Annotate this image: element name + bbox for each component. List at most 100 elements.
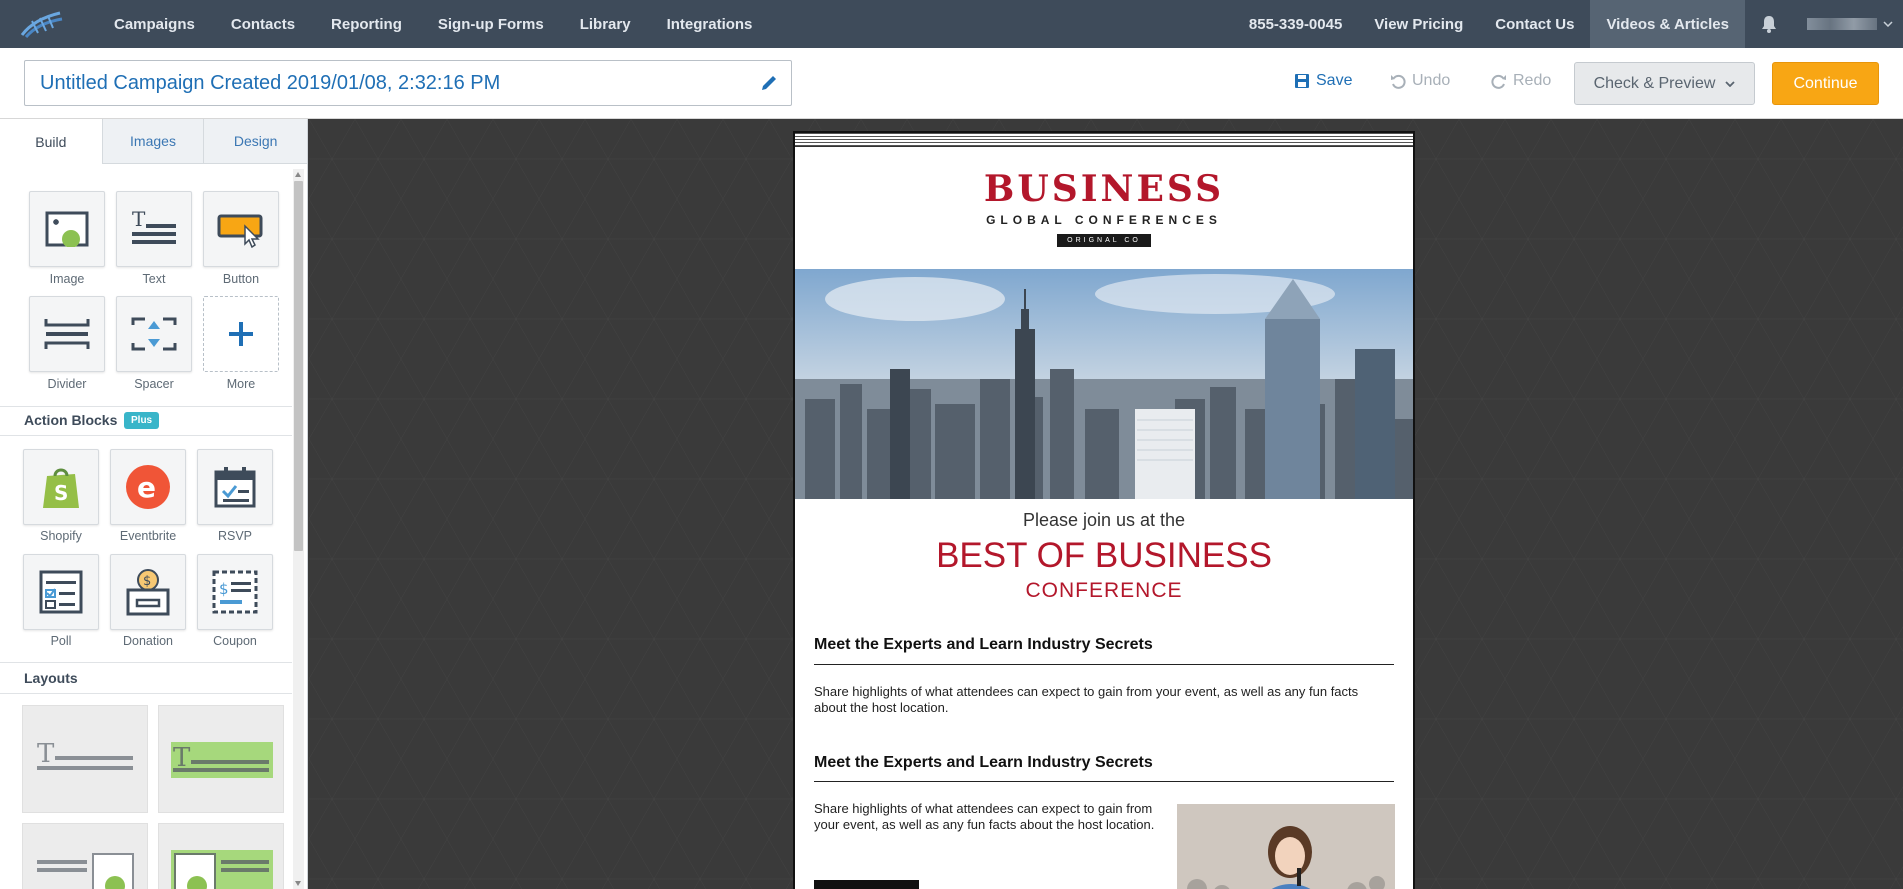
nav-campaigns[interactable]: Campaigns [96,0,213,48]
sidebar-tabs: Build Images Design [0,119,307,164]
undo-button[interactable]: Undo [1390,72,1450,90]
coupon-block-tile[interactable]: $ [197,554,273,630]
email-preview[interactable]: BUSINESS GLOBAL CONFERENCES ORIGNAL CO P… [793,131,1415,889]
text-icon: T [132,210,176,244]
header-stripes [795,133,1413,147]
pencil-icon[interactable] [759,73,779,93]
coupon-icon: $ [212,570,258,614]
shopify-icon: S [43,468,79,508]
nav-integrations[interactable]: Integrations [649,0,771,48]
layout-text-highlight-icon: T [171,742,273,778]
account-name-blurred [1807,18,1877,30]
image-icon [45,211,89,247]
brand-name: BUSINESS [983,168,1225,210]
redo-button[interactable]: Redo [1491,72,1551,90]
scroll-up-arrow[interactable] [295,172,301,177]
eventbrite-block-tile[interactable]: e [110,449,186,525]
button-block-label: Button [222,272,260,286]
divider-line [0,662,292,663]
nav-phone[interactable]: 855-339-0045 [1233,0,1358,48]
tab-images[interactable]: Images [101,119,204,164]
eventbrite-icon: e [126,465,170,509]
poll-label: Poll [50,634,72,648]
divider-line [0,435,292,436]
section1-body: Share highlights of what attendees can e… [814,684,1359,715]
brand-ribbon: ORIGNAL CO [1057,234,1151,247]
full-agenda-button[interactable]: Full Agenda [814,880,919,889]
poll-block-tile[interactable] [23,554,99,630]
layout-text-highlight-tile[interactable]: T [158,705,284,813]
more-blocks-tile[interactable] [203,296,279,372]
nav-reporting[interactable]: Reporting [313,0,420,48]
calendar-check-icon [214,467,256,508]
redo-icon [1491,74,1506,89]
undo-label: Undo [1412,72,1451,89]
text-block-tile[interactable]: T [116,191,192,267]
divider-icon [44,319,90,349]
section2-rule [814,781,1394,782]
nav-signup-forms[interactable]: Sign-up Forms [420,0,562,48]
scroll-thumb[interactable] [294,181,303,551]
nav-library[interactable]: Library [562,0,649,48]
spacer-block-label: Spacer [134,377,174,391]
image-block-tile[interactable] [29,191,105,267]
campaign-title-field[interactable]: Untitled Campaign Created 2019/01/08, 2:… [24,60,792,106]
bell-icon[interactable] [1745,0,1793,48]
layout-image-text-tile[interactable] [158,823,284,889]
join-text: Please join us at the [1022,510,1186,530]
subheadline: CONFERENCE [1025,579,1183,602]
spacer-block-tile[interactable] [116,296,192,372]
svg-text:e: e [137,471,156,504]
save-icon [1295,74,1309,88]
redo-label: Redo [1513,72,1552,89]
save-button[interactable]: Save [1294,72,1352,90]
account-menu[interactable] [1793,0,1903,48]
scroll-down-arrow[interactable] [295,881,301,886]
editor-canvas: BUSINESS GLOBAL CONFERENCES ORIGNAL CO P… [309,119,1903,889]
brand-logo[interactable]: BUSINESS GLOBAL CONFERENCES ORIGNAL CO [795,171,1413,247]
rsvp-label: RSVP [217,529,253,543]
shopify-label: Shopify [40,529,82,543]
nav-videos-articles[interactable]: Videos & Articles [1590,0,1745,48]
divider-block-label: Divider [47,377,87,391]
sidebar-scrollbar[interactable] [293,169,304,889]
campaign-title-text: Untitled Campaign Created 2019/01/08, 2:… [40,71,501,94]
svg-text:T: T [132,210,146,231]
divider-line [0,693,292,694]
undo-icon [1391,74,1406,89]
city-skyline-image[interactable] [795,269,1413,499]
svg-text:$: $ [219,580,229,598]
section1-rule [814,664,1394,665]
svg-text:$: $ [143,574,151,589]
editor-toolbar: Untitled Campaign Created 2019/01/08, 2:… [0,48,1903,119]
tab-design[interactable]: Design [203,119,307,164]
shopify-block-tile[interactable]: S [23,449,99,525]
wave-logo[interactable] [20,9,64,39]
nav-view-pricing[interactable]: View Pricing [1358,0,1479,48]
chevron-down-icon [1725,80,1736,87]
divider-line [0,406,292,407]
poll-icon [39,570,83,614]
layout-text-tile[interactable]: T [22,705,148,813]
section1-title: Meet the Experts and Learn Industry Secr… [814,636,1153,653]
nav-contacts[interactable]: Contacts [213,0,313,48]
section2-title: Meet the Experts and Learn Industry Secr… [814,754,1153,771]
layout-image-text-icon [171,850,273,889]
donation-label: Donation [122,634,174,648]
speaker-image[interactable] [1177,804,1395,889]
layout-text-image-tile[interactable] [22,823,148,889]
tab-build[interactable]: Build [0,119,102,164]
check-preview-label: Check & Preview [1593,74,1716,92]
spacer-icon [131,317,177,351]
button-block-tile[interactable] [203,191,279,267]
check-preview-button[interactable]: Check & Preview [1574,62,1755,105]
chevron-down-icon [1883,21,1893,27]
continue-button[interactable]: Continue [1772,62,1879,105]
save-label: Save [1316,72,1353,89]
svg-text:T: T [37,739,55,769]
divider-block-tile[interactable] [29,296,105,372]
donation-block-tile[interactable]: $ [110,554,186,630]
headline: BEST OF BUSINESS [936,536,1272,575]
nav-contact-us[interactable]: Contact Us [1479,0,1590,48]
rsvp-block-tile[interactable] [197,449,273,525]
